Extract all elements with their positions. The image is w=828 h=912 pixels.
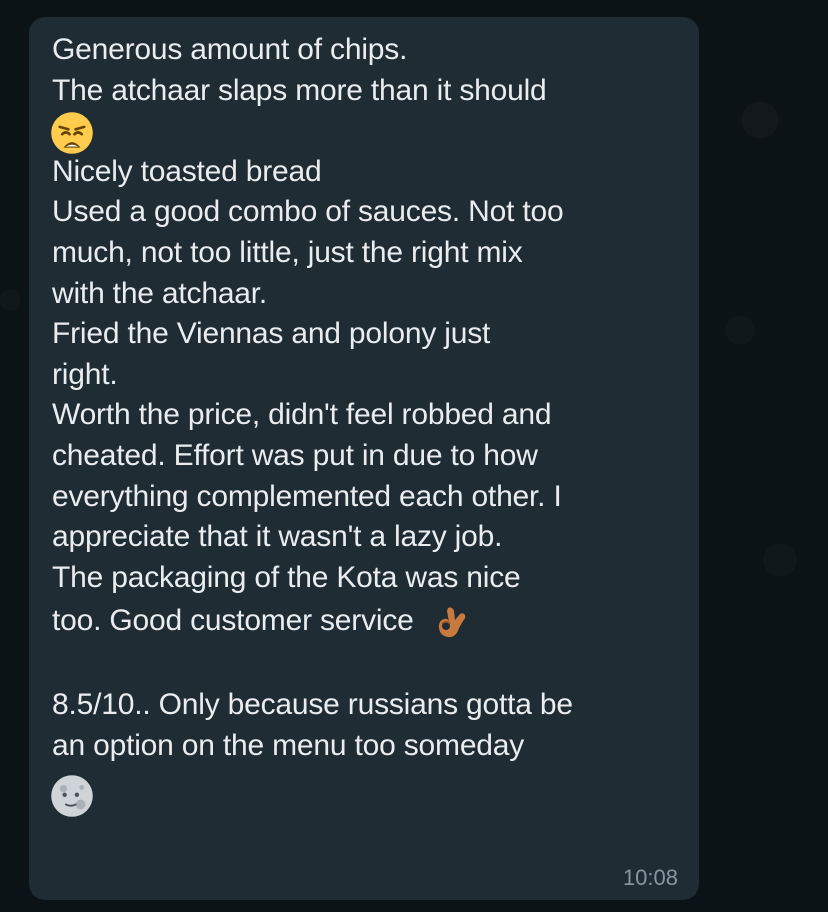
message-line: everything complemented each other. I	[52, 479, 562, 513]
ok-hand-emoji-icon	[438, 607, 466, 638]
message-line: Worth the price, didn't feel robbed and	[52, 398, 552, 432]
message-text: Generous amount of chips. The atchaar sl…	[51, 30, 682, 817]
message-line: Nicely toasted bread	[52, 154, 322, 188]
message-line: Generous amount of chips.	[52, 33, 408, 66]
message-line: The atchaar slaps more than it should	[52, 73, 547, 107]
message-line: Fried the Viennas and polony just	[52, 317, 491, 351]
message-line: The packaging of the Kota was nice	[52, 560, 521, 594]
message-line: 8.5/10.. Only because russians gotta be	[52, 687, 573, 721]
message-line: right.	[52, 357, 118, 391]
weary-face-emoji-icon	[51, 112, 93, 154]
full-moon-face-emoji-icon	[51, 775, 93, 817]
message-line: cheated. Effort was put in due to how	[52, 438, 538, 472]
message-line: Used a good combo of sauces. Not too	[52, 195, 564, 229]
message-line: with the atchaar.	[52, 276, 268, 310]
message-line: much, not too little, just the right mix	[52, 235, 523, 269]
message-timestamp: 10:08	[622, 865, 678, 890]
message-line: appreciate that it wasn't a lazy job.	[52, 520, 503, 554]
message-line: too. Good customer service	[52, 604, 414, 638]
message-line: an option on the menu too someday	[52, 728, 525, 762]
